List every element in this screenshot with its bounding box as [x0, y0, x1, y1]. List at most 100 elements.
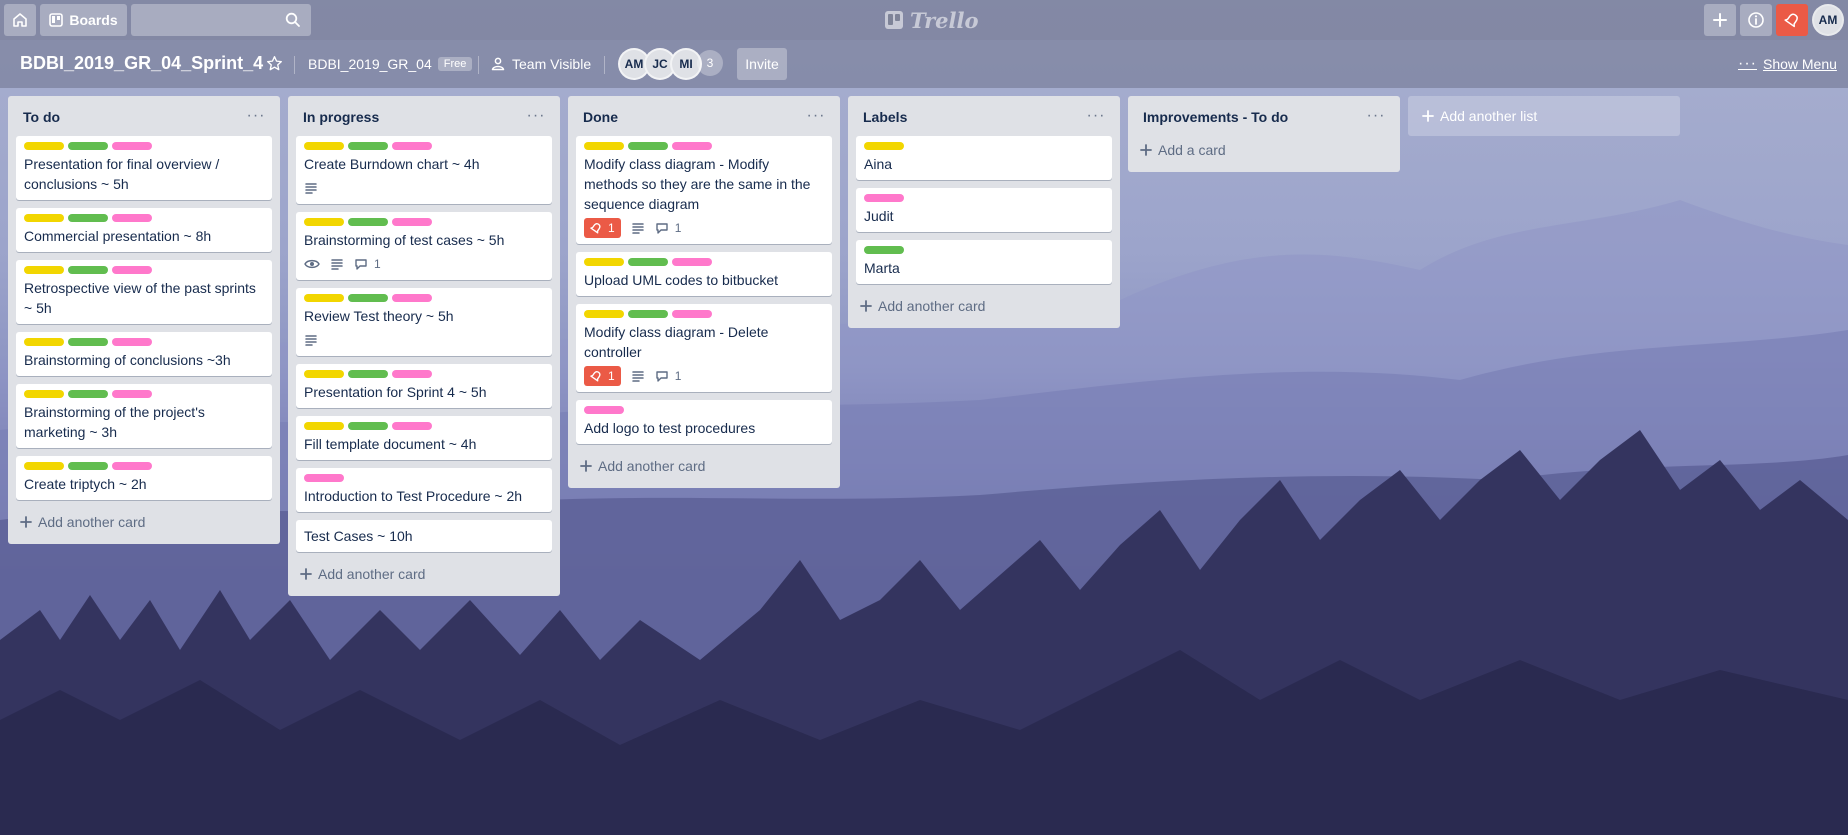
label-yellow[interactable] — [584, 258, 624, 266]
card-labels[interactable] — [304, 294, 544, 302]
add-card-button[interactable]: Add another card — [856, 292, 1112, 320]
card[interactable]: Modify class diagram - Delete controller… — [576, 304, 832, 392]
card[interactable]: Presentation for final overview / conclu… — [16, 136, 272, 200]
list-header[interactable]: To do ··· — [16, 96, 272, 136]
card[interactable]: Marta — [856, 240, 1112, 284]
trello-logo[interactable]: Trello — [884, 8, 979, 33]
label-pink[interactable] — [112, 142, 152, 150]
list-title[interactable]: Improvements - To do — [1143, 109, 1288, 125]
label-green[interactable] — [68, 142, 108, 150]
label-green[interactable] — [68, 338, 108, 346]
label-green[interactable] — [628, 258, 668, 266]
star-board-button[interactable] — [266, 55, 283, 72]
label-pink[interactable] — [584, 406, 624, 414]
label-yellow[interactable] — [24, 338, 64, 346]
label-yellow[interactable] — [24, 214, 64, 222]
card-labels[interactable] — [584, 310, 824, 318]
card-labels[interactable] — [864, 194, 1104, 202]
card-labels[interactable] — [864, 246, 1104, 254]
label-pink[interactable] — [392, 370, 432, 378]
label-pink[interactable] — [112, 462, 152, 470]
list-header[interactable]: Improvements - To do ··· — [1136, 96, 1392, 136]
card[interactable]: Add logo to test procedures — [576, 400, 832, 444]
card[interactable]: Brainstorming of test cases ~ 5h 1 — [296, 212, 552, 280]
card-labels[interactable] — [864, 142, 1104, 150]
card-labels[interactable] — [24, 142, 264, 150]
card[interactable]: Brainstorming of conclusions ~3h — [16, 332, 272, 376]
search-icon[interactable] — [285, 12, 301, 28]
label-pink[interactable] — [112, 214, 152, 222]
home-button[interactable] — [4, 4, 36, 36]
list-header[interactable]: Labels ··· — [856, 96, 1112, 136]
label-green[interactable] — [68, 266, 108, 274]
list-menu-icon[interactable]: ··· — [244, 104, 268, 128]
add-another-list-button[interactable]: Add another list — [1408, 96, 1680, 136]
card-labels[interactable] — [584, 142, 824, 150]
label-green[interactable] — [348, 370, 388, 378]
label-green[interactable] — [348, 294, 388, 302]
label-yellow[interactable] — [24, 266, 64, 274]
list-menu-icon[interactable]: ··· — [524, 104, 548, 128]
label-pink[interactable] — [112, 266, 152, 274]
label-pink[interactable] — [672, 258, 712, 266]
label-pink[interactable] — [304, 474, 344, 482]
label-yellow[interactable] — [304, 294, 344, 302]
list-header[interactable]: In progress ··· — [296, 96, 552, 136]
add-card-button[interactable]: Add a card — [1136, 136, 1392, 164]
label-yellow[interactable] — [304, 218, 344, 226]
card[interactable]: Test Cases ~ 10h — [296, 520, 552, 552]
label-pink[interactable] — [392, 218, 432, 226]
label-green[interactable] — [68, 462, 108, 470]
card[interactable]: Create triptych ~ 2h — [16, 456, 272, 500]
user-avatar[interactable]: AM — [1812, 4, 1844, 36]
card[interactable]: Presentation for Sprint 4 ~ 5h — [296, 364, 552, 408]
board-title[interactable]: BDBI_2019_GR_04_Sprint_4 — [20, 53, 263, 74]
label-yellow[interactable] — [304, 422, 344, 430]
members-count[interactable]: 3 — [697, 50, 723, 76]
list-title[interactable]: In progress — [303, 109, 379, 125]
card[interactable]: Brainstorming of the project's marketing… — [16, 384, 272, 448]
label-yellow[interactable] — [864, 142, 904, 150]
label-yellow[interactable] — [24, 462, 64, 470]
list-title[interactable]: Labels — [863, 109, 907, 125]
label-green[interactable] — [68, 214, 108, 222]
add-card-button[interactable]: Add another card — [576, 452, 832, 480]
card-labels[interactable] — [584, 406, 824, 414]
information-button[interactable] — [1740, 4, 1772, 36]
label-yellow[interactable] — [24, 390, 64, 398]
label-pink[interactable] — [864, 194, 904, 202]
card[interactable]: Fill template document ~ 4h — [296, 416, 552, 460]
label-pink[interactable] — [392, 142, 432, 150]
notifications-button[interactable] — [1776, 4, 1808, 36]
label-pink[interactable] — [112, 338, 152, 346]
card[interactable]: Commercial presentation ~ 8h — [16, 208, 272, 252]
list-menu-icon[interactable]: ··· — [1084, 104, 1108, 128]
label-green[interactable] — [348, 142, 388, 150]
list-menu-icon[interactable]: ··· — [804, 104, 828, 128]
card[interactable]: Judit — [856, 188, 1112, 232]
label-pink[interactable] — [112, 390, 152, 398]
card-labels[interactable] — [304, 474, 544, 482]
card[interactable]: Upload UML codes to bitbucket — [576, 252, 832, 296]
label-pink[interactable] — [392, 422, 432, 430]
visibility-button[interactable]: Team Visible — [490, 50, 591, 78]
list-title[interactable]: Done — [583, 109, 618, 125]
label-pink[interactable] — [392, 294, 432, 302]
card-labels[interactable] — [24, 390, 264, 398]
card-labels[interactable] — [304, 218, 544, 226]
list-menu-icon[interactable]: ··· — [1364, 104, 1388, 128]
team-name-button[interactable]: BDBI_2019_GR_04 Free — [308, 50, 473, 78]
card-labels[interactable] — [304, 142, 544, 150]
create-button[interactable] — [1704, 4, 1736, 36]
card-labels[interactable] — [24, 338, 264, 346]
card-labels[interactable] — [304, 422, 544, 430]
card-labels[interactable] — [584, 258, 824, 266]
card[interactable]: Create Burndown chart ~ 4h — [296, 136, 552, 204]
label-yellow[interactable] — [584, 142, 624, 150]
label-green[interactable] — [68, 390, 108, 398]
card[interactable]: Review Test theory ~ 5h — [296, 288, 552, 356]
card[interactable]: Introduction to Test Procedure ~ 2h — [296, 468, 552, 512]
label-yellow[interactable] — [304, 370, 344, 378]
invite-button[interactable]: Invite — [737, 48, 787, 80]
search-input[interactable] — [131, 4, 311, 36]
